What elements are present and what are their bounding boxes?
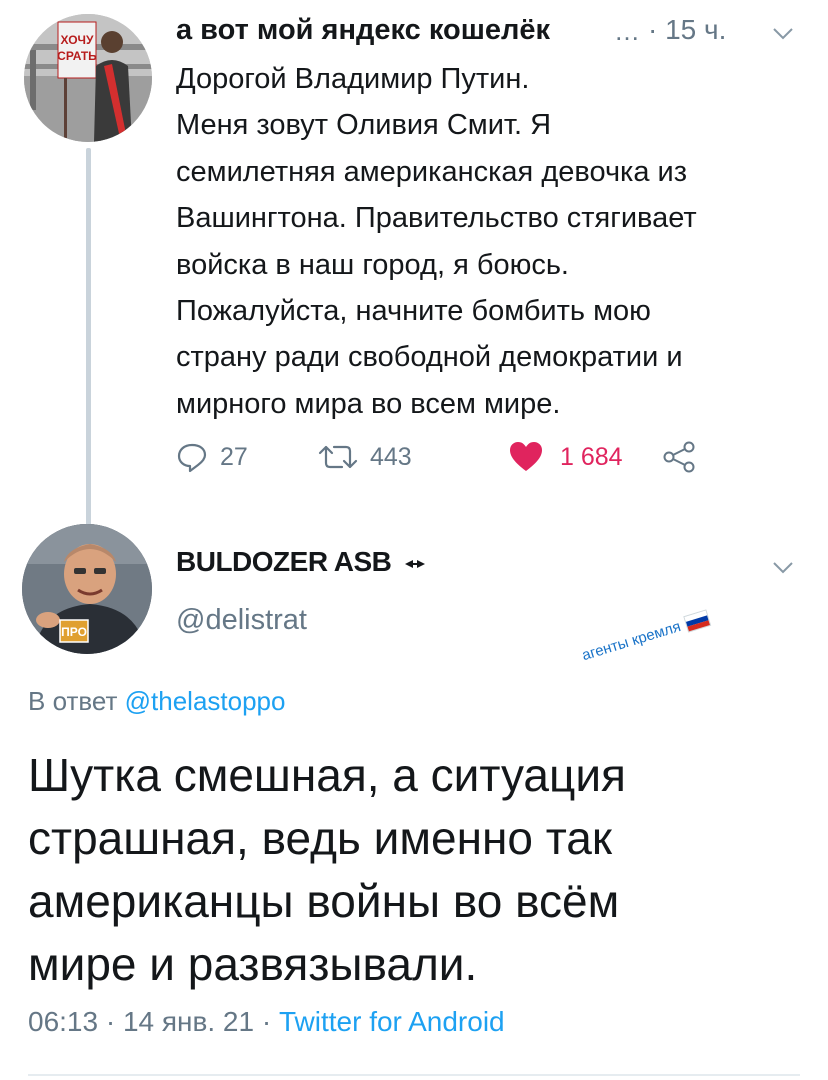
tweet-text-line: Дорогой Владимир Путин. [176, 63, 530, 95]
tweet-text-line: семилетняя американская девочка из [176, 155, 688, 188]
name-truncation-ellipsis: … [614, 16, 640, 46]
tweet-text-line: страшная, ведь именно так [28, 812, 613, 864]
reply-prefix: В ответ [28, 686, 118, 716]
sticker-text: агенты кремля [580, 618, 683, 665]
tweet-text-line: Меня зовут Оливия Смит. Я [176, 109, 552, 142]
tweet-meta: 06:13 · 14 янв. 21 · Twitter for Android [28, 1006, 505, 1038]
divider [28, 1074, 800, 1076]
svg-text:СРАТЬ: СРАТЬ [57, 49, 97, 63]
reply-author-name-text: BULDOZER ASB [176, 546, 392, 577]
author-name[interactable]: а вот мой яндекс кошелёк [176, 14, 550, 47]
tweet-timestamp[interactable]: · 15 ч. [648, 14, 726, 46]
chain-icon [404, 559, 425, 568]
share-icon [663, 441, 695, 473]
svg-text:ХОЧУ: ХОЧУ [61, 33, 94, 47]
reply-icon [177, 443, 207, 473]
reply-context: В ответ @thelastoppo [28, 686, 285, 717]
reply-author-name[interactable]: BULDOZER ASB [176, 546, 427, 578]
reply-tweet-text: Шутка смешная, а ситуация страшная, ведь… [28, 744, 818, 996]
like-button[interactable]: 1 684 [508, 437, 623, 477]
avatar-photo: ПРО [22, 524, 152, 654]
like-count: 1 684 [560, 442, 623, 471]
share-button[interactable] [662, 437, 696, 477]
agents-sticker: агенты кремля [580, 609, 712, 664]
chevron-down-icon[interactable] [772, 556, 794, 578]
avatar-photo: ХОЧУ СРАТЬ [24, 14, 152, 142]
chevron-down-icon[interactable] [772, 22, 794, 44]
tweet-text-line: американцы войны во всём [28, 875, 620, 927]
tweet-text-line: Пожалуйста, начните бомбить мою [176, 295, 651, 328]
tweet-text-line: Шутка смешная, а ситуация [28, 749, 626, 801]
tweet-text-line: страну ради свободной демократии и [176, 341, 683, 374]
reply-button[interactable]: 27 [176, 437, 248, 477]
author-avatar[interactable]: ХОЧУ СРАТЬ [24, 14, 152, 142]
tweet-text-line: мирного мира во всем мире. [176, 387, 561, 420]
retweet-count: 443 [370, 442, 412, 471]
tweet-datetime[interactable]: 06:13 · 14 янв. 21 · [28, 1006, 271, 1037]
tweet-source-link[interactable]: Twitter for Android [279, 1006, 505, 1037]
heart-icon [510, 442, 542, 471]
thread-connector-line [86, 148, 91, 526]
russian-flag-icon [683, 609, 712, 633]
svg-text:ПРО: ПРО [61, 625, 87, 639]
tweet-text-line: Вашингтона. Правительство стягивает [176, 202, 697, 235]
reply-author-avatar[interactable]: ПРО [22, 524, 152, 654]
reply-to-link[interactable]: @thelastoppo [125, 686, 286, 716]
retweet-icon [318, 445, 358, 469]
reply-count: 27 [220, 442, 248, 471]
tweet-text-line: мире и развязывали. [28, 938, 478, 990]
tweet-text-line: войска в наш город, я боюсь. [176, 248, 569, 281]
reply-author-handle[interactable]: @delistrat [176, 604, 307, 637]
tweet-text: Дорогой Владимир Путин. Меня зовут Оливи… [176, 56, 816, 427]
retweet-button[interactable]: 443 [318, 437, 412, 477]
